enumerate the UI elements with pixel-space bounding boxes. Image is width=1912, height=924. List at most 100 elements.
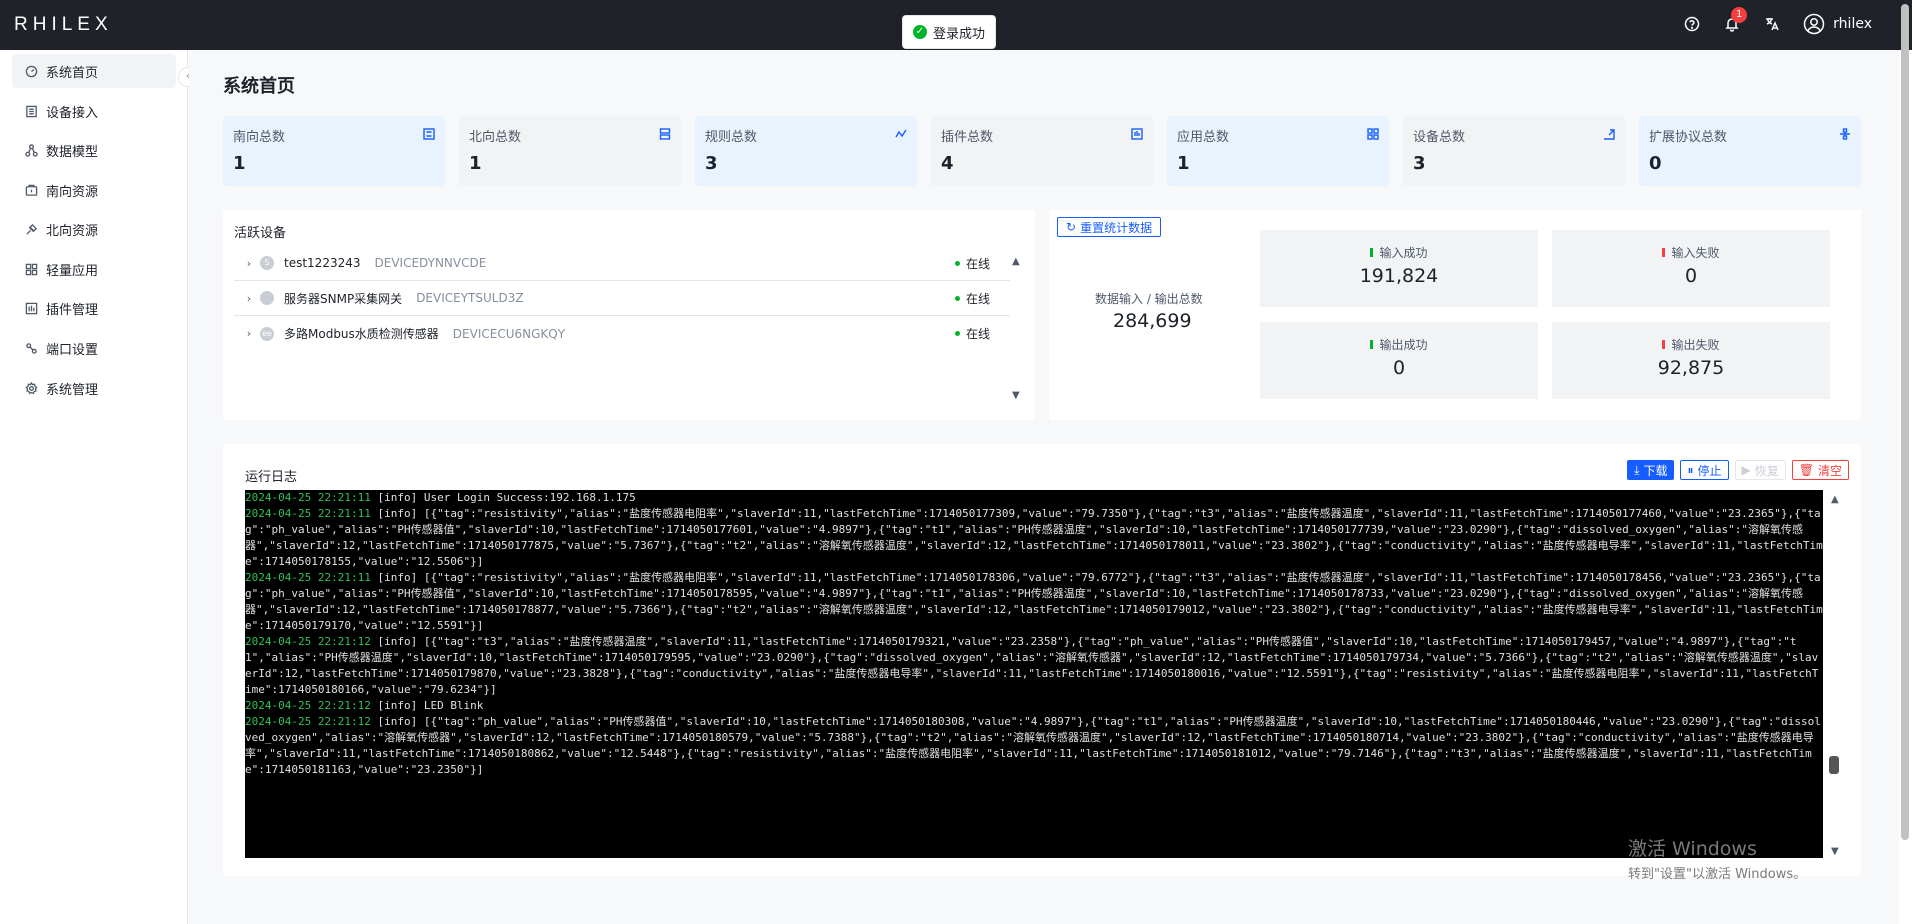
log-scrollbar-thumb[interactable] — [1829, 756, 1839, 774]
expand-chevron-icon[interactable]: › — [240, 257, 258, 270]
stat-card-inbound[interactable]: 南向总数 1 — [223, 116, 445, 186]
io-card-input-success: 输入成功 191,824 — [1260, 230, 1538, 307]
sidebar-item-label: 南向资源 — [46, 184, 99, 200]
log-message: [info] [{"tag":"ph_value","alias":"PH传感器… — [245, 715, 1821, 776]
sidebar-item-data-model[interactable]: 数据模型 — [12, 133, 176, 167]
sidebar-item-plugins[interactable]: 插件管理 — [12, 291, 176, 325]
main-content: 系统首页 南向总数 1 北向总数 1 规则总数 3 插件总数 4 应用总数 1 … — [189, 50, 1899, 924]
plugin-icon — [1131, 128, 1143, 143]
stat-label: 南向总数 — [233, 130, 286, 145]
clear-log-button[interactable]: 🗑 清空 — [1791, 460, 1849, 480]
sidebar-item-label: 轻量应用 — [46, 263, 99, 279]
device-uuid: DEVICECU6NGKQY — [452, 326, 566, 341]
sidebar-item-dashboard[interactable]: 系统首页 — [12, 54, 176, 88]
reset-stats-button[interactable]: ↻ 重置统计数据 — [1057, 217, 1162, 237]
fail-bar-icon — [1662, 340, 1666, 349]
sidebar-item-inbound[interactable]: 南向资源 — [12, 173, 176, 207]
page-title: 系统首页 — [223, 76, 295, 97]
io-total-label: 数据输入 / 输出总数 — [1095, 292, 1203, 306]
sidebar-item-apps[interactable]: 轻量应用 — [12, 252, 176, 286]
button-label: 停止 — [1697, 463, 1722, 478]
sidebar-item-label: 端口设置 — [46, 342, 99, 358]
device-row[interactable]: › S test1223243 DEVICEDYNNVCDE 在线 — [234, 246, 1010, 281]
success-check-icon: ✓ — [913, 25, 927, 39]
sidebar-item-ports[interactable]: 端口设置 — [12, 331, 176, 365]
log-message: [info] User Login Success:192.168.1.175 — [370, 491, 636, 504]
stat-card-outbound[interactable]: 北向总数 1 — [459, 116, 681, 186]
io-card-value: 191,824 — [1359, 265, 1439, 287]
download-log-button[interactable]: ⤓ 下载 — [1627, 460, 1675, 480]
online-dot-icon — [954, 331, 960, 336]
page-scrollbar-thumb[interactable] — [1901, 4, 1909, 840]
log-timestamp: 2024-04-25 22:21:12 — [245, 699, 371, 712]
resume-log-button[interactable]: ▶ 恢复 — [1734, 460, 1786, 480]
success-bar-icon — [1370, 340, 1374, 349]
log-timestamp: 2024-04-25 22:21:11 — [245, 571, 371, 584]
app-logo[interactable]: RHILEX — [14, 14, 113, 36]
status-label: 在线 — [965, 327, 990, 341]
button-label: 下载 — [1643, 463, 1668, 478]
io-label-text: 输出成功 — [1379, 338, 1428, 352]
stat-value: 1 — [1177, 153, 1190, 174]
panel-title: 运行日志 — [245, 470, 298, 485]
log-toolbar: ⤓ 下载 ⏸ 停止 ▶ 恢复 🗑 清空 — [1627, 460, 1849, 480]
log-timestamp: 2024-04-25 22:21:12 — [245, 715, 371, 728]
io-card-label: 输出成功 — [1260, 336, 1538, 353]
sidebar-item-label: 北向资源 — [46, 223, 99, 239]
device-row[interactable]: › 服务器SNMP采集网关 DEVICEYTSULD3Z 在线 — [234, 281, 1010, 316]
log-scroll-up-icon[interactable]: ▲ — [1831, 494, 1839, 505]
log-line: 2024-04-25 22:21:11 [info] [{"tag":"resi… — [245, 506, 1823, 570]
user-avatar-icon — [1803, 13, 1825, 35]
sidebar: 系统首页 设备接入 数据模型 南向资源 北向资源 轻量应用 插件管理 端口设置 … — [0, 50, 188, 924]
expand-chevron-icon[interactable]: › — [240, 292, 258, 305]
io-card-output-success: 输出成功 0 — [1260, 322, 1538, 399]
notification-bell-icon[interactable]: 1 — [1723, 7, 1748, 33]
help-icon[interactable] — [1683, 15, 1701, 33]
scroll-up-icon[interactable]: ▲ — [1012, 256, 1020, 267]
sidebar-item-devices[interactable]: 设备接入 — [12, 94, 176, 128]
stat-card-apps[interactable]: 应用总数 1 — [1167, 116, 1389, 186]
online-dot-icon — [954, 260, 960, 266]
stat-card-rules[interactable]: 规则总数 3 — [695, 116, 917, 186]
language-icon[interactable] — [1763, 15, 1781, 33]
log-console[interactable]: 2024-04-25 22:21:11 [info] User Login Su… — [245, 490, 1823, 858]
device-name: test1223243 — [284, 256, 361, 270]
inbound-icon — [423, 128, 435, 143]
sidebar-item-label: 设备接入 — [46, 105, 99, 121]
button-label: 恢复 — [1754, 463, 1779, 478]
device-name: 服务器SNMP采集网关 — [284, 291, 403, 306]
user-menu[interactable]: rhilex — [1803, 13, 1872, 35]
toast-message: 登录成功 — [933, 26, 986, 42]
login-success-toast: ✓ 登录成功 — [902, 15, 996, 49]
app-icon — [25, 263, 38, 275]
device-row[interactable]: › ee 多路Modbus水质检测传感器 DEVICECU6NGKQY 在线 — [234, 316, 1010, 351]
outbound-icon — [26, 223, 38, 235]
trash-icon: 🗑 — [1798, 463, 1814, 477]
stop-log-button[interactable]: ⏸ 停止 — [1680, 460, 1729, 480]
scroll-down-icon[interactable]: ▼ — [1012, 390, 1020, 401]
io-total-value: 284,699 — [1113, 310, 1192, 332]
protocol-icon — [1839, 128, 1851, 143]
sidebar-item-system[interactable]: 系统管理 — [12, 371, 176, 405]
device-icon — [1603, 128, 1615, 143]
stat-card-protocols[interactable]: 扩展协议总数 0 — [1639, 116, 1861, 186]
stat-value: 3 — [705, 153, 718, 174]
sidebar-item-label: 系统首页 — [46, 65, 99, 81]
stat-value: 3 — [1413, 153, 1426, 174]
page-scrollbar[interactable] — [1900, 0, 1910, 924]
stat-label: 扩展协议总数 — [1649, 130, 1728, 145]
outbound-icon — [659, 128, 671, 143]
sidebar-item-label: 数据模型 — [46, 144, 99, 160]
fail-bar-icon — [1662, 248, 1666, 257]
sidebar-item-outbound[interactable]: 北向资源 — [12, 212, 176, 246]
stat-card-plugins[interactable]: 插件总数 4 — [931, 116, 1153, 186]
stat-card-devices[interactable]: 设备总数 3 — [1403, 116, 1625, 186]
online-dot-icon — [954, 295, 960, 301]
device-name: 多路Modbus水质检测传感器 — [284, 327, 439, 341]
io-card-output-fail: 输出失败 92,875 — [1552, 322, 1830, 399]
log-scroll-down-icon[interactable]: ▼ — [1831, 846, 1839, 857]
expand-chevron-icon[interactable]: › — [240, 327, 258, 340]
io-card-input-fail: 输入失败 0 — [1552, 230, 1830, 307]
stat-value: 4 — [941, 153, 954, 174]
stat-label: 设备总数 — [1413, 130, 1466, 145]
